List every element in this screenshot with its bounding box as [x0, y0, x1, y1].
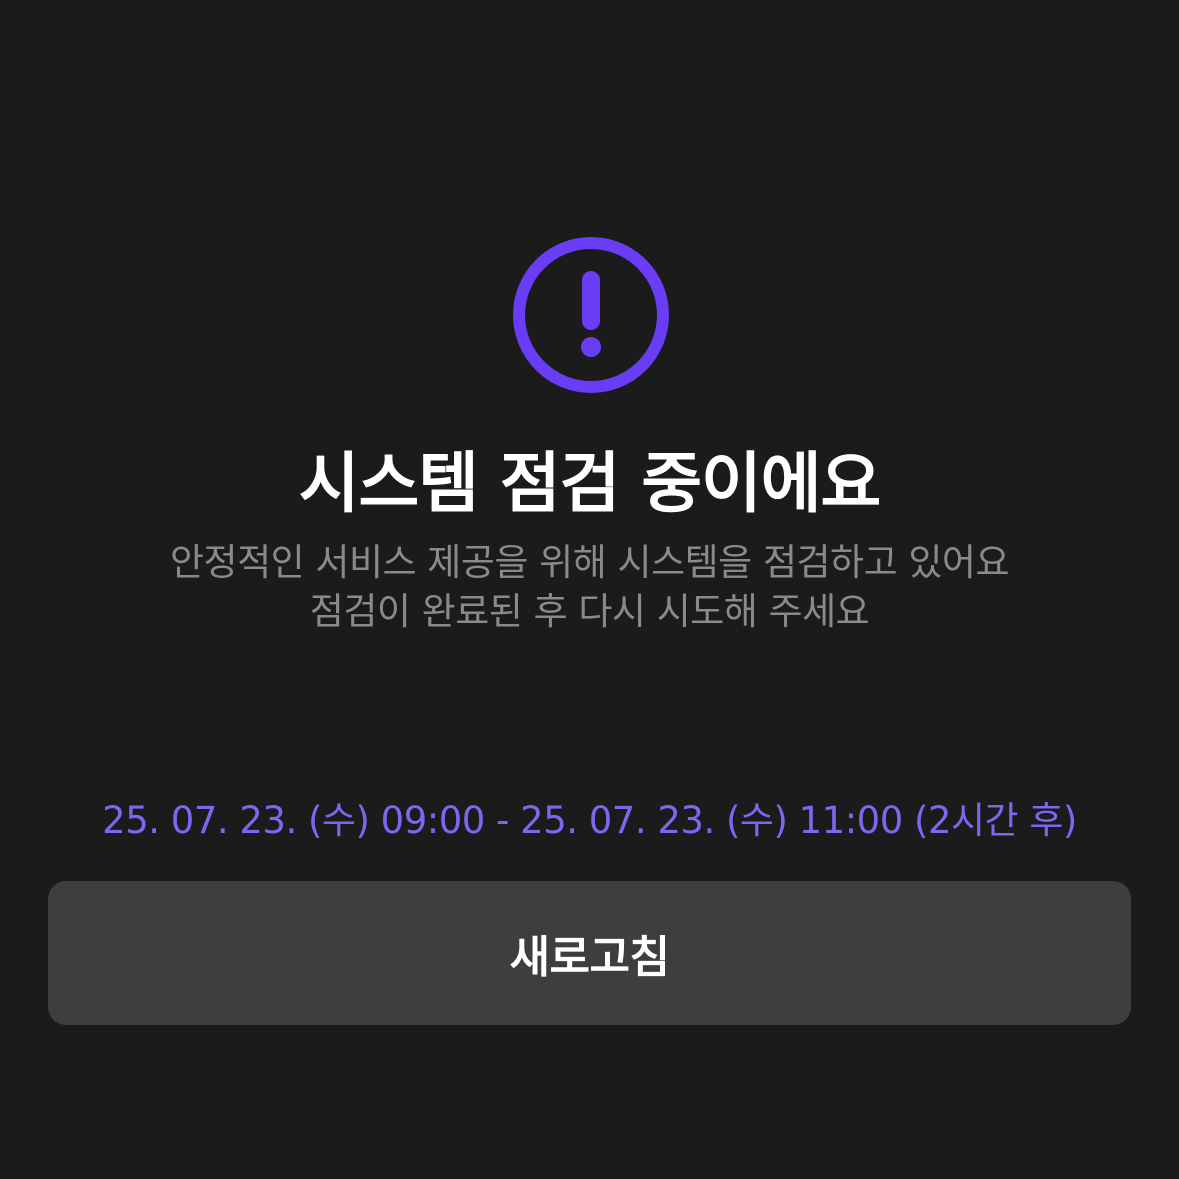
exclamation-circle-icon — [513, 237, 669, 393]
refresh-button-label: 새로고침 — [509, 932, 670, 983]
page-title: 시스템 점검 중이에요 — [298, 445, 881, 522]
description-line-2: 점검이 완료된 후 다시 시도해 주세요 — [309, 590, 870, 633]
description-line-1: 안정적인 서비스 제공을 위해 시스템을 점검하고 있어요 — [170, 541, 1010, 584]
refresh-button[interactable]: 새로고침 — [48, 881, 1131, 1025]
maintenance-schedule: 25. 07. 23. (수) 09:00 - 25. 07. 23. (수) … — [102, 799, 1077, 842]
maintenance-screen: 시스템 점검 중이에요 안정적인 서비스 제공을 위해 시스템을 점검하고 있어… — [0, 0, 1179, 1179]
